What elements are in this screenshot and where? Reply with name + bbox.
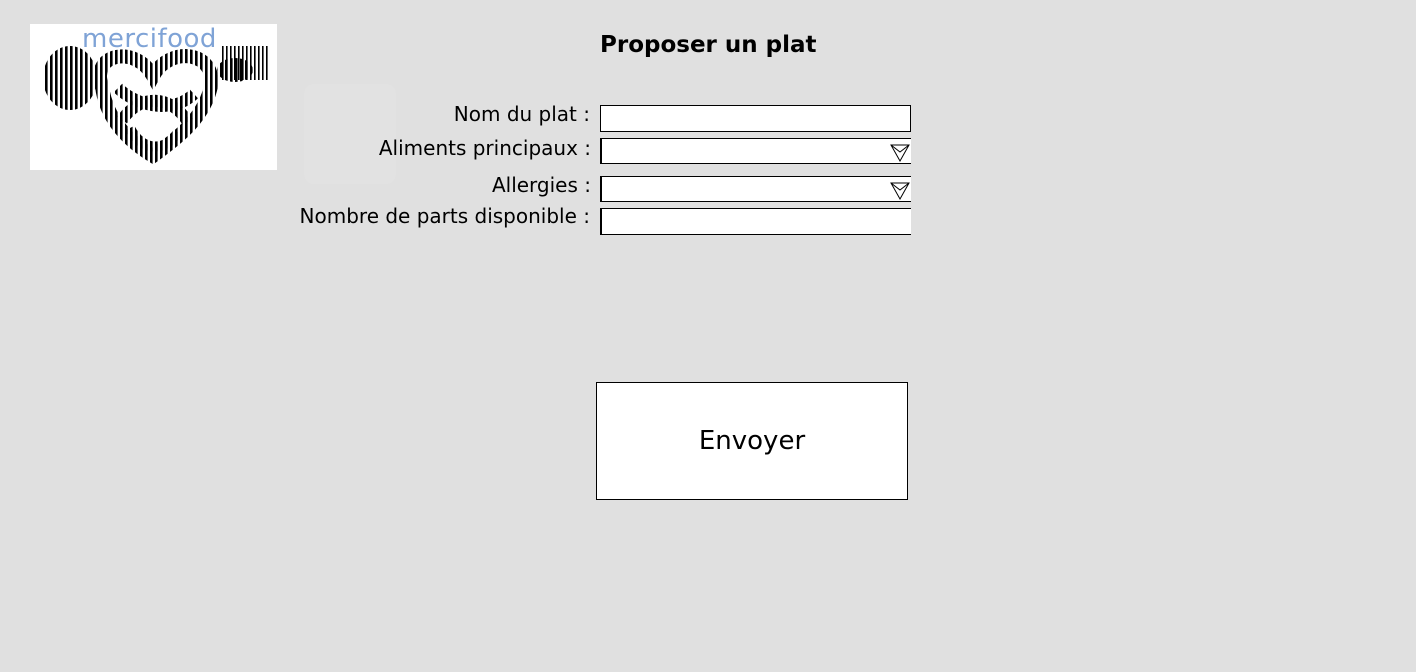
allergies-select[interactable] [600,176,911,202]
main-ingredients-select[interactable] [600,138,911,164]
allergies-label: Allergies : [491,173,591,197]
main-ingredients-label: Aliments principaux : [378,136,591,160]
background-watermark [304,84,396,184]
logo-wordmark: mercifood [82,24,217,54]
chevron-down-icon[interactable] [890,180,910,201]
chevron-down-icon[interactable] [890,142,910,163]
portions-label: Nombre de parts disponible : [299,204,590,228]
page-title: Proposer un plat [600,32,817,58]
send-button[interactable]: Envoyer [596,382,908,500]
dish-name-input[interactable] [600,105,911,132]
mercifood-logo: mercifood [30,24,277,170]
portions-input[interactable] [600,208,911,235]
dish-name-label: Nom du plat : [453,102,590,126]
